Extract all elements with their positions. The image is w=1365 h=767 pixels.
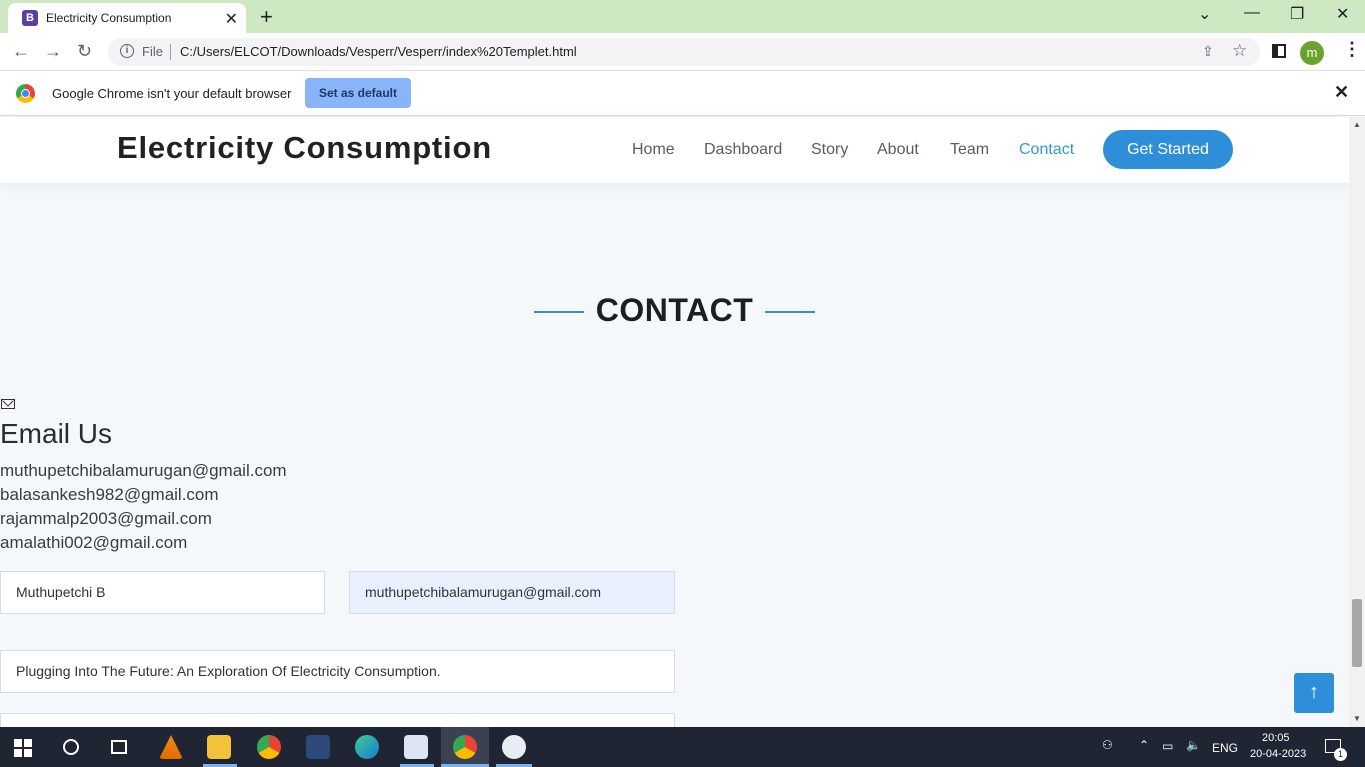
notification-badge: 1 (1334, 748, 1347, 761)
email-us-heading: Email Us (0, 418, 113, 449)
bootstrap-favicon-icon: B (22, 10, 38, 26)
site-logo[interactable]: Electricity Consumption (117, 130, 492, 166)
email-field[interactable]: muthupetchibalamurugan@gmail.com (349, 571, 675, 614)
task-view-icon[interactable] (111, 740, 127, 754)
nav-dashboard[interactable]: Dashboard (704, 141, 782, 159)
message-field[interactable] (0, 713, 675, 727)
set-as-default-button[interactable]: Set as default (305, 78, 411, 108)
address-bar[interactable]: i File C:/Users/ELCOT/Downloads/Vesperr/… (108, 38, 1260, 66)
title-line-right (765, 311, 815, 313)
nav-about[interactable]: About (877, 141, 919, 159)
windows-start-icon[interactable] (14, 739, 32, 757)
chrome-profile-taskbar-icon[interactable] (453, 735, 477, 759)
clock-time[interactable]: 20:05 (1262, 732, 1290, 744)
infobar-close-icon[interactable]: ✕ (1334, 82, 1349, 103)
windows-taskbar: ⚇ ⌃ ▭ 🔈 ENG 20:05 20-04-2023 1 (0, 727, 1365, 767)
language-indicator[interactable]: ENG (1212, 741, 1238, 755)
envelope-icon (1, 399, 15, 409)
url-scheme-label: File (142, 44, 163, 59)
restore-icon[interactable]: ❐ (1290, 4, 1304, 24)
info-icon[interactable]: i (120, 44, 134, 58)
email-address: muthupetchibalamurugan@gmail.com (0, 461, 287, 480)
window-close-icon[interactable]: ✕ (1336, 4, 1349, 24)
search-icon[interactable] (63, 739, 79, 755)
nav-story[interactable]: Story (811, 141, 848, 159)
bookmark-star-icon[interactable]: ☆ (1232, 41, 1247, 61)
infobar-message: Google Chrome isn't your default browser (52, 86, 292, 101)
edge-icon[interactable] (355, 735, 379, 759)
email-address: amalathi002@gmail.com (0, 533, 188, 552)
side-panel-icon[interactable] (1272, 44, 1286, 58)
vlc-icon[interactable] (159, 735, 183, 759)
profile-avatar[interactable]: m (1300, 41, 1324, 65)
new-tab-button[interactable]: + (260, 4, 273, 30)
chrome-taskbar-icon[interactable] (257, 735, 281, 759)
back-to-top-button[interactable]: ↑ (1294, 673, 1334, 713)
name-field[interactable]: Muthupetchi B (0, 571, 325, 614)
mysql-workbench-icon[interactable] (306, 735, 330, 759)
section-title: CONTACT (595, 292, 754, 328)
url-text[interactable]: C:/Users/ELCOT/Downloads/Vesperr/Vesperr… (180, 44, 577, 59)
browser-toolbar: ← → ↻ i File C:/Users/ELCOT/Downloads/Ve… (0, 33, 1365, 71)
arrow-up-icon: ↑ (1309, 681, 1319, 703)
get-started-button[interactable]: Get Started (1103, 130, 1233, 169)
scroll-down-arrow-icon[interactable]: ▼ (1353, 714, 1361, 723)
scrollbar-thumb[interactable] (1352, 599, 1362, 667)
site-header: Electricity Consumption Home Dashboard S… (0, 117, 1349, 183)
browser-tab[interactable]: B Electricity Consumption ✕ (8, 3, 246, 33)
omnibox-divider (170, 44, 171, 60)
tab-title: Electricity Consumption (46, 11, 172, 25)
share-icon[interactable]: ⇪ (1202, 43, 1214, 60)
nav-home[interactable]: Home (632, 141, 675, 159)
tab-strip: B Electricity Consumption ✕ + ⌄ — ❐ ✕ (0, 0, 1365, 33)
clock-date[interactable]: 20-04-2023 (1250, 748, 1306, 760)
email-address: rajammalp2003@gmail.com (0, 509, 212, 528)
subject-field[interactable]: Plugging Into The Future: An Exploration… (0, 650, 675, 693)
people-icon[interactable]: ⚇ (1102, 738, 1113, 752)
page-scrollbar[interactable]: ▲ ▼ (1349, 117, 1365, 727)
reload-icon[interactable]: ↻ (77, 41, 92, 62)
email-address: balasankesh982@gmail.com (0, 485, 219, 504)
nav-contact[interactable]: Contact (1019, 141, 1074, 159)
battery-icon[interactable]: ▭ (1162, 739, 1173, 753)
forward-arrow-icon[interactable]: → (44, 41, 62, 62)
file-explorer-icon[interactable] (207, 735, 231, 759)
default-browser-infobar: Google Chrome isn't your default browser… (0, 71, 1365, 116)
document-app-icon[interactable] (404, 735, 428, 759)
nav-team[interactable]: Team (950, 141, 989, 159)
back-arrow-icon[interactable]: ← (12, 41, 30, 62)
paint-app-icon[interactable] (502, 735, 526, 759)
scroll-up-arrow-icon[interactable]: ▲ (1353, 120, 1361, 129)
volume-icon[interactable]: 🔈 (1186, 738, 1201, 752)
tab-search-chevron-icon[interactable]: ⌄ (1198, 4, 1211, 24)
tab-close-icon[interactable]: ✕ (225, 9, 238, 29)
minimize-icon[interactable]: — (1244, 4, 1260, 22)
browser-menu-icon[interactable]: ⋮ (1343, 39, 1361, 60)
tray-chevron-icon[interactable]: ⌃ (1139, 738, 1149, 752)
chrome-logo-icon (16, 84, 35, 103)
